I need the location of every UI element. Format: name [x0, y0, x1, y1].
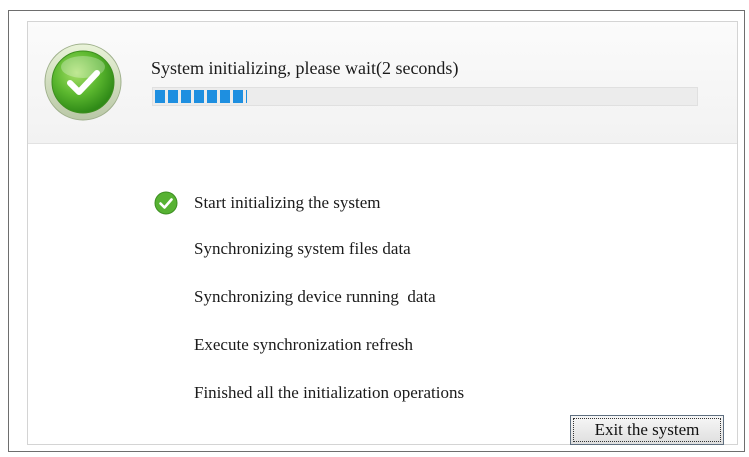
exit-button[interactable]: Exit the system: [570, 415, 724, 445]
step-item: Start initializing the system: [194, 193, 381, 212]
step-item: Synchronizing system files data: [194, 239, 411, 258]
step-item: Synchronizing device running data: [194, 287, 436, 306]
init-dialog: System initializing, please wait(2 secon…: [27, 21, 738, 445]
step-item: Execute synchronization refresh: [194, 335, 414, 354]
dialog-header: System initializing, please wait(2 secon…: [28, 22, 737, 144]
progress-bar: [152, 87, 698, 106]
exit-button-label: Exit the system: [573, 418, 721, 442]
check-circle-icon: [154, 191, 178, 215]
image-frame: System initializing, please wait(2 secon…: [8, 10, 745, 452]
status-text: System initializing, please wait(2 secon…: [151, 58, 459, 78]
step-item: Finished all the initialization operatio…: [194, 383, 465, 402]
green-check-orb-icon: [44, 43, 122, 121]
progress-fill: [155, 90, 247, 103]
